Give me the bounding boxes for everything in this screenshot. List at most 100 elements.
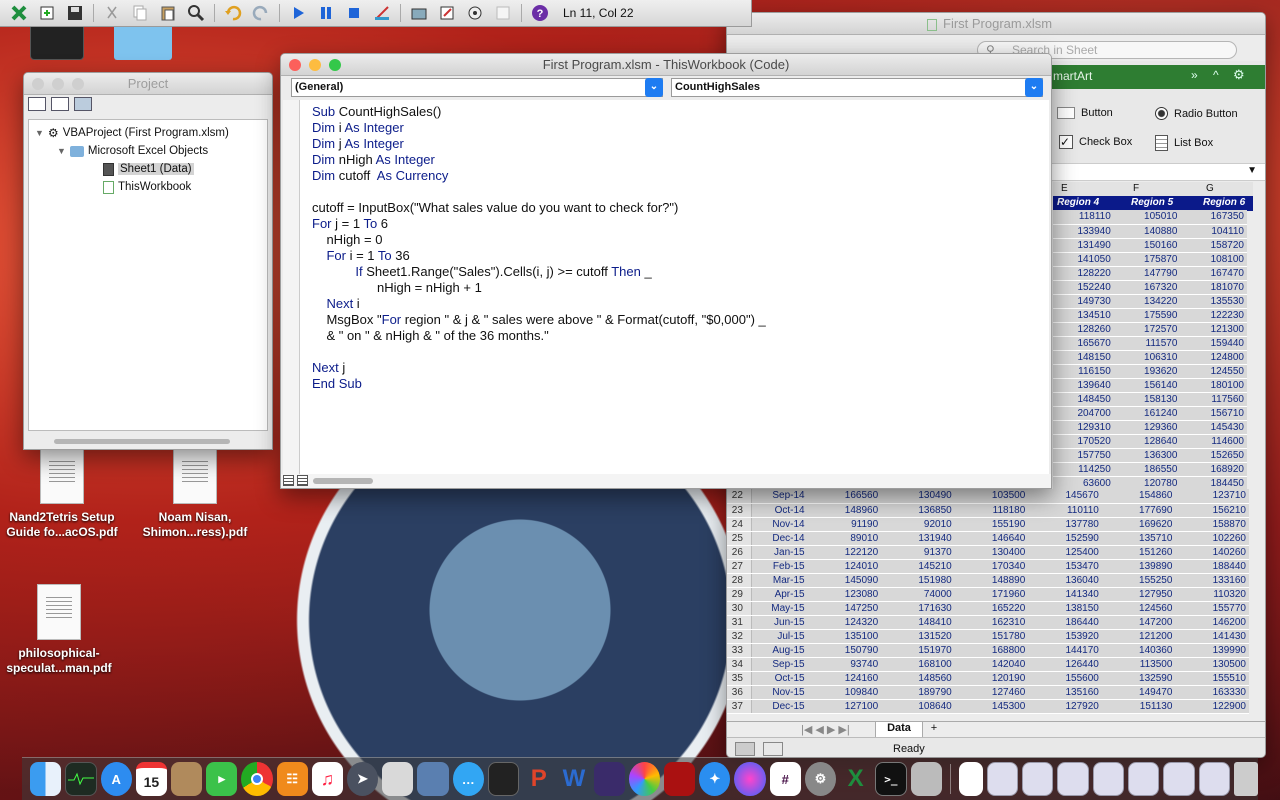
table-cell[interactable]: 157750 bbox=[1053, 448, 1114, 463]
code-line[interactable]: Next j bbox=[312, 360, 1049, 376]
table-cell[interactable]: 177690 bbox=[1101, 503, 1176, 518]
table-cell[interactable]: 135530 bbox=[1180, 294, 1247, 309]
close-button[interactable] bbox=[289, 59, 301, 71]
window-thumbnail-5[interactable] bbox=[1128, 762, 1160, 796]
row-number[interactable]: 26 bbox=[727, 545, 752, 560]
zoom-button[interactable] bbox=[329, 59, 341, 71]
properties-icon[interactable] bbox=[434, 2, 460, 24]
launchpad-icon[interactable]: ➤ bbox=[347, 762, 379, 796]
table-cell[interactable]: 204700 bbox=[1053, 406, 1114, 421]
table-cell[interactable]: 122120 bbox=[807, 545, 882, 560]
month-cell[interactable]: Aug-15 bbox=[751, 643, 808, 658]
table-cell[interactable]: 125400 bbox=[1028, 545, 1102, 560]
region-header[interactable]: Region 5 bbox=[1131, 197, 1173, 208]
table-cell[interactable]: 155190 bbox=[954, 517, 1029, 532]
table-cell[interactable]: 158870 bbox=[1175, 517, 1249, 532]
window-thumbnail-1[interactable] bbox=[986, 762, 1018, 796]
messages-icon[interactable]: … bbox=[452, 762, 484, 796]
table-cell[interactable]: 148560 bbox=[881, 671, 955, 686]
full-module-view-icon[interactable] bbox=[297, 475, 308, 486]
table-cell[interactable]: 148890 bbox=[954, 573, 1029, 588]
table-cell[interactable]: 151980 bbox=[881, 573, 955, 588]
table-cell[interactable]: 127920 bbox=[1028, 699, 1102, 714]
disk-utility-icon[interactable] bbox=[910, 762, 942, 796]
table-cell[interactable]: 133940 bbox=[1053, 224, 1114, 239]
table-cell[interactable]: 188440 bbox=[1175, 559, 1249, 574]
code-line[interactable]: For j = 1 To 6 bbox=[312, 216, 1049, 232]
code-line[interactable]: Dim i As Integer bbox=[312, 120, 1049, 136]
row-number[interactable]: 32 bbox=[727, 629, 752, 644]
month-cell[interactable]: Jan-15 bbox=[751, 545, 808, 560]
document-icon[interactable] bbox=[958, 762, 983, 796]
desktop-file-nand2tetris[interactable]: Nand2Tetris Setup Guide fo...acOS.pdf bbox=[0, 448, 124, 540]
code-line[interactable]: Sub CountHighSales() bbox=[312, 104, 1049, 120]
month-cell[interactable]: Mar-15 bbox=[751, 573, 808, 588]
table-cell[interactable]: 145430 bbox=[1180, 420, 1247, 435]
row-number[interactable]: 33 bbox=[727, 643, 752, 658]
table-cell[interactable]: 170340 bbox=[954, 559, 1029, 574]
scroll-thumb[interactable] bbox=[313, 478, 373, 484]
table-cell[interactable]: 118180 bbox=[954, 503, 1029, 518]
table-cell[interactable]: 168100 bbox=[881, 657, 955, 672]
table-cell[interactable]: 140260 bbox=[1175, 545, 1249, 560]
table-cell[interactable]: 167470 bbox=[1180, 266, 1247, 281]
tree-item-thisworkbook[interactable]: ThisWorkbook bbox=[35, 178, 261, 196]
table-cell[interactable]: 139890 bbox=[1101, 559, 1176, 574]
col-letter[interactable]: E bbox=[1061, 183, 1068, 194]
window-thumbnail-6[interactable] bbox=[1163, 762, 1195, 796]
table-cell[interactable]: 142040 bbox=[954, 657, 1029, 672]
table-cell[interactable]: 127460 bbox=[954, 685, 1029, 700]
table-cell[interactable]: 127100 bbox=[807, 699, 882, 714]
table-cell[interactable]: 89010 bbox=[807, 531, 882, 546]
add-sheet-button[interactable]: + bbox=[925, 722, 943, 734]
code-line[interactable]: nHigh = nHigh + 1 bbox=[312, 280, 1049, 296]
month-cell[interactable]: Sep-14 bbox=[751, 489, 808, 504]
table-cell[interactable]: 129310 bbox=[1053, 420, 1114, 435]
table-cell[interactable]: 156140 bbox=[1113, 378, 1181, 393]
table-cell[interactable]: 140360 bbox=[1101, 643, 1176, 658]
table-cell[interactable]: 155770 bbox=[1175, 601, 1249, 616]
code-line[interactable]: Dim j As Integer bbox=[312, 136, 1049, 152]
col-letter[interactable]: G bbox=[1206, 183, 1214, 194]
table-cell[interactable]: 186550 bbox=[1113, 462, 1181, 477]
table-cell[interactable]: 151260 bbox=[1101, 545, 1176, 560]
code-line[interactable]: Dim nHigh As Integer bbox=[312, 152, 1049, 168]
page-layout-view-icon[interactable] bbox=[763, 742, 783, 756]
table-cell[interactable]: 148450 bbox=[1053, 392, 1114, 407]
window-thumbnail-2[interactable] bbox=[1021, 762, 1054, 796]
month-cell[interactable]: Sep-15 bbox=[751, 657, 808, 672]
view-code-icon[interactable] bbox=[28, 97, 46, 111]
chevron-down-icon[interactable]: ⌄ bbox=[1025, 78, 1043, 97]
table-cell[interactable]: 172570 bbox=[1113, 322, 1181, 337]
close-button[interactable] bbox=[32, 78, 44, 90]
facetime-icon[interactable]: ▸ bbox=[206, 762, 238, 796]
game-app-icon[interactable] bbox=[593, 762, 625, 796]
table-cell[interactable]: 151970 bbox=[881, 643, 955, 658]
table-cell[interactable]: 184450 bbox=[1180, 476, 1247, 491]
table-cell[interactable]: 144170 bbox=[1028, 643, 1102, 658]
excel-dock-icon[interactable]: X bbox=[840, 762, 871, 796]
table-cell[interactable]: 136300 bbox=[1113, 448, 1181, 463]
code-line[interactable]: & " on " & nHigh & " of the 36 months." bbox=[312, 328, 1049, 344]
table-cell[interactable]: 110110 bbox=[1028, 503, 1102, 518]
table-cell[interactable]: 139990 bbox=[1175, 643, 1249, 658]
code-horizontal-scrollbar[interactable] bbox=[281, 474, 1051, 488]
table-cell[interactable]: 128640 bbox=[1113, 434, 1181, 449]
table-cell[interactable]: 110320 bbox=[1175, 587, 1249, 602]
table-cell[interactable]: 131490 bbox=[1053, 238, 1114, 253]
table-cell[interactable]: 120190 bbox=[954, 671, 1029, 686]
table-cell[interactable]: 163330 bbox=[1175, 685, 1249, 700]
view-object-icon[interactable] bbox=[51, 97, 69, 111]
help-icon[interactable]: ? bbox=[527, 2, 553, 24]
table-cell[interactable]: 136040 bbox=[1028, 573, 1102, 588]
project-titlebar[interactable]: Project bbox=[24, 73, 272, 95]
table-cell[interactable]: 137780 bbox=[1028, 517, 1102, 532]
form-checkbox-control[interactable]: ✓ Check Box bbox=[1059, 135, 1132, 149]
table-cell[interactable]: 124320 bbox=[807, 615, 882, 630]
code-line[interactable]: nHigh = 0 bbox=[312, 232, 1049, 248]
table-cell[interactable]: 123710 bbox=[1175, 489, 1249, 504]
table-cell[interactable]: 124010 bbox=[807, 559, 882, 574]
table-cell[interactable]: 141050 bbox=[1053, 252, 1114, 267]
row-number[interactable]: 35 bbox=[727, 671, 752, 686]
table-cell[interactable]: 124160 bbox=[807, 671, 882, 686]
